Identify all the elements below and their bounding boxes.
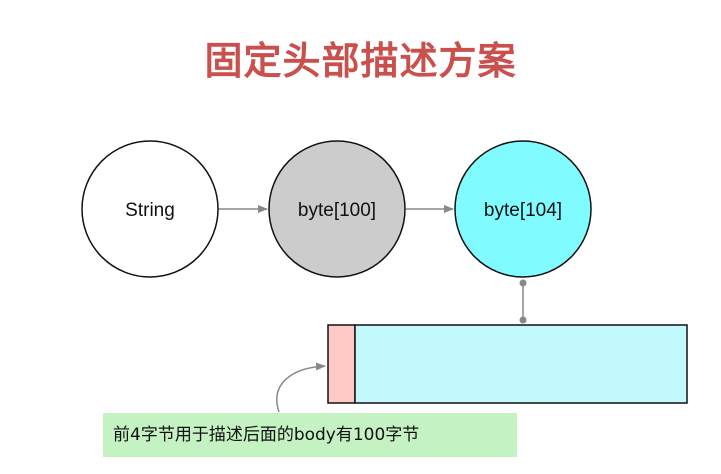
node-string-label: String xyxy=(125,200,175,221)
node-string: String xyxy=(81,140,219,278)
buffer-body-segment xyxy=(354,324,688,404)
buffer-header-segment xyxy=(327,324,356,404)
byte-buffer xyxy=(327,324,688,404)
connector-byte104-to-buffer xyxy=(519,279,527,324)
node-byte100-label: byte[100] xyxy=(298,200,376,221)
node-byte100: byte[100] xyxy=(268,140,406,278)
diagram-canvas: String byte[100] byte[104] xyxy=(81,140,688,413)
caption-pointer-arrow xyxy=(276,362,326,413)
caption-note: 前4字节用于描述后面的body有100字节 xyxy=(103,413,517,457)
node-byte104-label: byte[104] xyxy=(484,200,562,221)
node-byte104: byte[104] xyxy=(454,140,592,278)
